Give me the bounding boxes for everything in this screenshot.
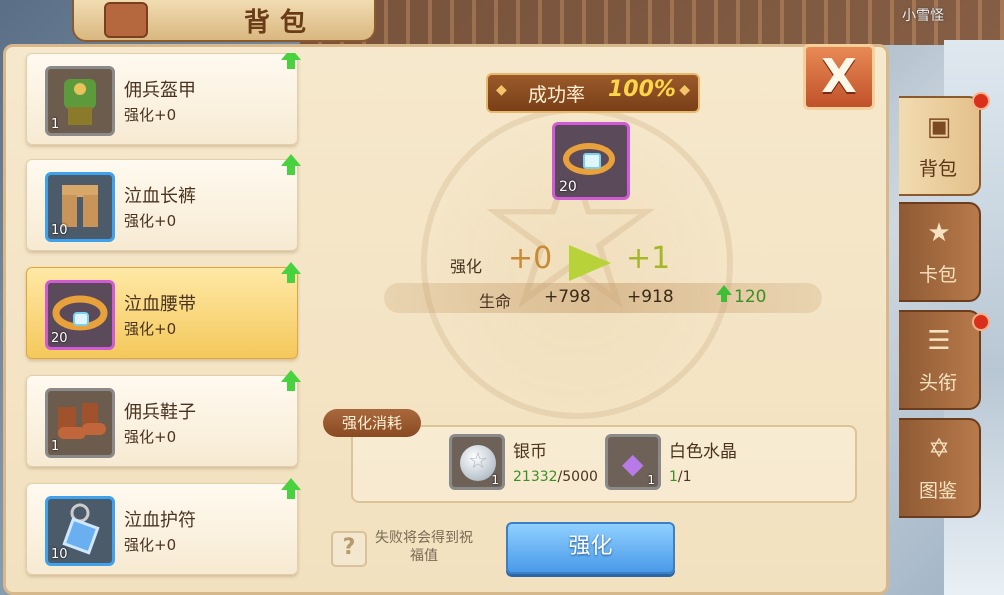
- item-slot: 10: [45, 496, 115, 566]
- item-count: 1: [51, 117, 60, 132]
- tab-label: 卡包: [918, 264, 957, 286]
- item-count: 1: [491, 473, 499, 487]
- item-level: 强化+0: [124, 212, 177, 230]
- list-item[interactable]: 10 泣血护符 强化+0: [26, 478, 301, 575]
- stat-name: 生命: [479, 292, 512, 311]
- stat-current: +798: [544, 287, 591, 307]
- cost-title: 强化消耗: [323, 409, 421, 437]
- cost-amount: 21332/5000: [513, 469, 598, 485]
- crystal-slot[interactable]: ◆ 1: [605, 434, 661, 490]
- list-item[interactable]: 10 泣血长裤 强化+0: [26, 154, 301, 251]
- upgrade-arrow-icon: [281, 370, 301, 391]
- success-rate-banner: 成功率 100%: [486, 73, 700, 113]
- stat-row: 生命 +798 +918 120: [384, 283, 822, 313]
- success-rate-label: 成功率: [528, 84, 586, 106]
- item-name: 泣血长裤: [124, 186, 196, 207]
- increase-arrow-icon: [716, 285, 732, 302]
- tab-label: 图鉴: [918, 480, 957, 502]
- bag-icon: [104, 2, 148, 38]
- upgrade-arrow-icon: [281, 262, 301, 283]
- item-name: 泣血腰带: [124, 294, 196, 315]
- enhance-panel: 1 佣兵盔甲 强化+0 10 泣血长裤 强化+0 20 泣血腰带 强化+0 1 …: [3, 44, 889, 595]
- item-count: 20: [559, 179, 577, 195]
- item-name: 佣兵盔甲: [124, 80, 196, 101]
- arrow-right-icon: [569, 245, 611, 281]
- enhance-area: 成功率 100% 20 强化 +0 +1 生命 +798 +918 120 ☆ …: [311, 47, 889, 592]
- item-level: 强化+0: [124, 106, 177, 124]
- item-level: 强化+0: [124, 428, 177, 446]
- tab-title[interactable]: ☰ 头衔: [899, 310, 981, 410]
- upgrade-arrow-icon: [281, 478, 301, 499]
- item-name: 佣兵鞋子: [124, 402, 196, 423]
- list-item-selected[interactable]: 20 泣血腰带 强化+0: [26, 262, 301, 359]
- belt-icon: [563, 143, 615, 175]
- cost-box: ☆ 1 银币 21332/5000 ◆ 1 白色水晶 1/1: [351, 425, 857, 503]
- success-rate-value: 100%: [608, 77, 676, 102]
- upgrade-arrow-icon: [281, 53, 301, 69]
- close-button[interactable]: X: [803, 44, 875, 110]
- cost-name: 白色水晶: [669, 442, 737, 462]
- item-slot: 1: [45, 66, 115, 136]
- target-item-slot[interactable]: 20: [552, 122, 630, 200]
- item-count: 1: [647, 473, 655, 487]
- tab-label: 背包: [918, 158, 957, 180]
- window-title-tab: 背包: [72, 0, 376, 42]
- notification-dot: [972, 313, 990, 331]
- item-slot: 10: [45, 172, 115, 242]
- item-slot: 20: [45, 280, 115, 350]
- crystal-icon: ◆: [622, 447, 644, 480]
- background-roof: [300, 0, 1004, 45]
- tab-label: 头衔: [918, 372, 957, 394]
- window-title: 背包: [244, 8, 317, 38]
- upgrade-arrow-icon: [281, 154, 301, 175]
- card-pack-icon: ★: [927, 218, 951, 248]
- player-name: 小雪怪: [902, 8, 944, 24]
- item-name: 泣血护符: [124, 510, 196, 531]
- list-item[interactable]: 1 佣兵盔甲 强化+0: [26, 53, 301, 145]
- item-count: 10: [51, 223, 68, 238]
- equipment-list[interactable]: 1 佣兵盔甲 强化+0 10 泣血长裤 强化+0 20 泣血腰带 强化+0 1 …: [16, 53, 304, 593]
- star-book-icon: ✡: [928, 434, 950, 464]
- item-count: 10: [51, 547, 68, 562]
- bag-icon: ▣: [926, 112, 952, 142]
- enhance-level-label: 强化: [450, 257, 483, 276]
- notification-dot: [972, 92, 990, 110]
- item-slot: 1: [45, 388, 115, 458]
- enhance-level-current: +0: [508, 241, 553, 276]
- stat-next: +918: [627, 287, 674, 307]
- item-level: 强化+0: [124, 320, 177, 338]
- cost-amount: 1/1: [669, 469, 692, 485]
- list-item[interactable]: 1 佣兵鞋子 强化+0: [26, 370, 301, 467]
- enhance-level-next: +1: [626, 241, 671, 276]
- silver-coin-slot[interactable]: ☆ 1: [449, 434, 505, 490]
- tab-card-pack[interactable]: ★ 卡包: [899, 202, 981, 302]
- scroll-icon: ☰: [927, 326, 951, 356]
- item-count: 20: [51, 331, 68, 346]
- item-count: 1: [51, 439, 60, 454]
- cost-name: 银币: [513, 442, 547, 462]
- enhance-button[interactable]: 强化: [506, 522, 675, 574]
- help-icon[interactable]: ?: [331, 531, 367, 567]
- fail-note: 失败将会得到祝福值: [375, 530, 473, 564]
- item-level: 强化+0: [124, 536, 177, 554]
- tab-collection[interactable]: ✡ 图鉴: [899, 418, 981, 518]
- tab-bag[interactable]: ▣ 背包: [899, 96, 981, 196]
- stat-diff: 120: [734, 287, 767, 307]
